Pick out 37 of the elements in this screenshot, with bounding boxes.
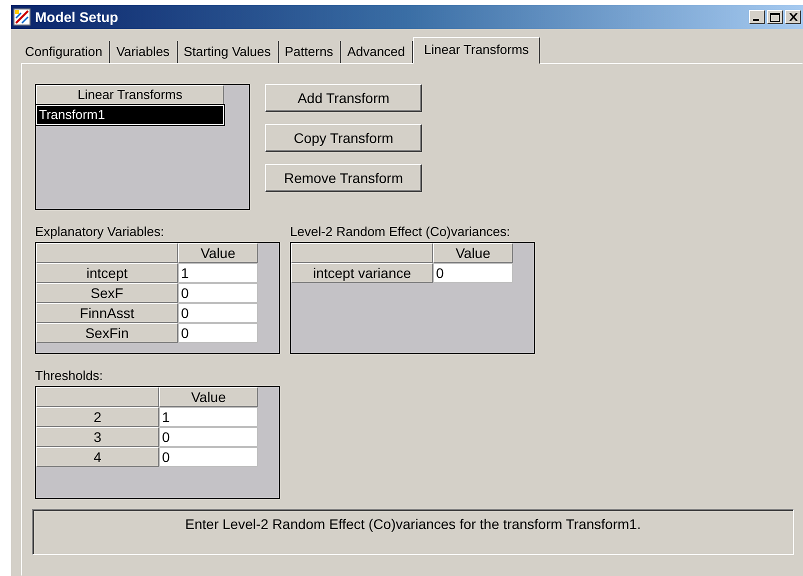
value-cell[interactable]: 0 — [159, 427, 258, 447]
row-header: 4 — [36, 447, 159, 467]
transform-button[interactable]: Copy Transform — [265, 124, 422, 152]
window-title: Model Setup — [35, 9, 120, 25]
app-icon — [13, 8, 31, 26]
status-message: Enter Level-2 Random Effect (Co)variances for the transform Transform1. — [32, 509, 794, 555]
minimize-button[interactable] — [749, 10, 765, 24]
row-header: 3 — [36, 427, 159, 447]
row-header: FinnAsst — [36, 303, 178, 323]
section-label: Level-2 Random Effect (Co)variances: — [290, 224, 512, 239]
transform-button[interactable]: Add Transform — [265, 84, 422, 112]
value-cell[interactable]: 1 — [178, 263, 258, 283]
value-cell[interactable]: 1 — [159, 407, 258, 427]
row-header: 2 — [36, 407, 159, 427]
column-header: Value — [433, 243, 513, 263]
value-cell[interactable]: 0 — [433, 263, 513, 283]
row-header: SexF — [36, 283, 178, 303]
close-icon — [788, 13, 798, 21]
column-header: Value — [159, 387, 258, 407]
row-header: intcept — [36, 263, 178, 283]
tab[interactable]: Starting Values — [178, 41, 279, 63]
value-cell[interactable]: 0 — [178, 303, 258, 323]
list-item[interactable]: Transform1 — [36, 105, 224, 125]
maximize-button[interactable] — [767, 10, 783, 24]
row-header: intcept variance — [291, 263, 433, 283]
transform-button[interactable]: Remove Transform — [265, 164, 422, 192]
close-button[interactable] — [785, 10, 801, 24]
row-header: SexFin — [36, 323, 178, 343]
column-header: Linear Transforms — [36, 85, 224, 105]
section-label: Explanatory Variables: — [35, 224, 166, 239]
value-cell[interactable]: 0 — [159, 447, 258, 467]
value-cell[interactable]: 0 — [178, 283, 258, 303]
column-header: Value — [178, 243, 258, 263]
value-cell[interactable]: 0 — [178, 323, 258, 343]
tab[interactable]: Linear Transforms — [413, 37, 540, 64]
maximize-icon — [770, 12, 780, 22]
section-label: Thresholds: — [35, 368, 104, 383]
